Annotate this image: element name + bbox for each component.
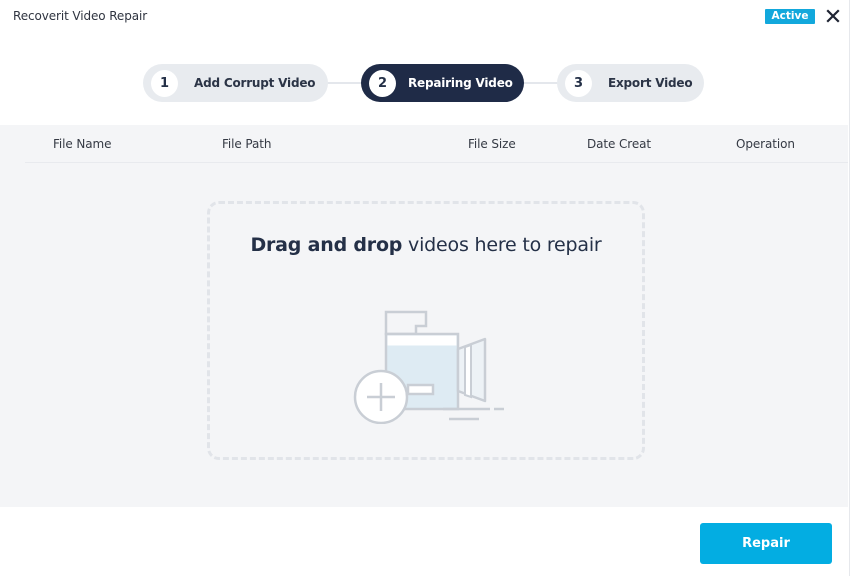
column-header-date-created[interactable]: Date Creat [587,137,651,151]
window-title: Recoverit Video Repair [13,9,148,23]
step-label: Export Video [608,76,693,90]
step-label: Repairing Video [408,76,513,90]
file-table-area: File Name File Path File Size Date Creat… [0,125,848,507]
table-header: File Name File Path File Size Date Creat… [25,125,848,163]
drop-zone[interactable]: Drag and drop videos here to repair [207,201,645,460]
drop-zone-rest-text: videos here to repair [402,234,602,256]
column-header-file-name[interactable]: File Name [53,137,112,151]
step-number: 1 [151,69,178,97]
close-icon [826,9,840,23]
column-header-file-size[interactable]: File Size [468,137,516,151]
status-badge: Active [765,9,815,24]
step-repairing-video[interactable]: 2 Repairing Video [361,64,524,102]
video-camera-add-icon [353,310,504,424]
repair-button[interactable]: Repair [700,523,832,564]
step-connector [325,82,365,84]
column-header-operation[interactable]: Operation [736,137,795,151]
step-number: 2 [369,69,396,97]
footer-bar: Repair [0,507,848,576]
app-window: Recoverit Video Repair Active 1 Add Corr… [0,0,850,576]
step-connector [520,82,560,84]
progress-stepper: 1 Add Corrupt Video 2 Repairing Video 3 … [0,64,850,102]
drop-zone-bold-text: Drag and drop [250,234,403,256]
column-header-file-path[interactable]: File Path [222,137,271,151]
step-export-video[interactable]: 3 Export Video [557,64,704,102]
drop-zone-text: Drag and drop videos here to repair [210,234,642,256]
step-label: Add Corrupt Video [194,76,316,90]
close-button[interactable] [824,7,842,25]
step-number: 3 [565,69,592,97]
step-add-corrupt-video[interactable]: 1 Add Corrupt Video [143,64,328,102]
